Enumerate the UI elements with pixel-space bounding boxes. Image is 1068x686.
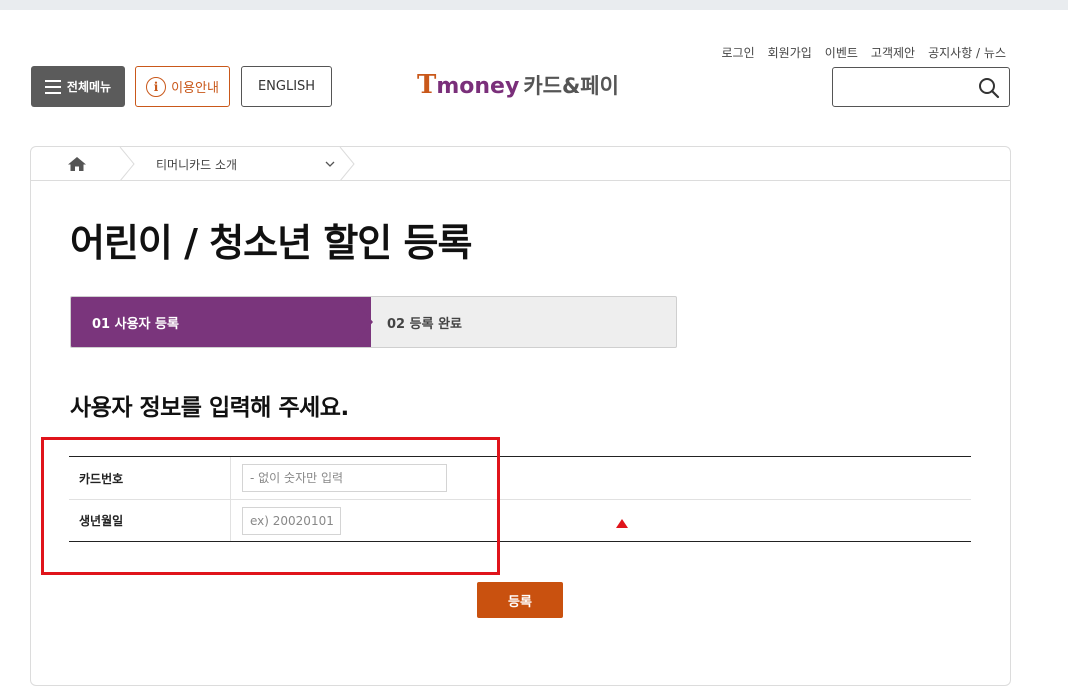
event-link[interactable]: 이벤트 xyxy=(825,44,858,61)
logo-t: T xyxy=(417,70,437,100)
english-button[interactable]: ENGLISH xyxy=(241,66,332,107)
step-arrow xyxy=(351,297,373,347)
info-icon: i xyxy=(146,76,167,97)
hamburger-icon xyxy=(44,79,61,94)
all-menu-button[interactable]: 전체메뉴 xyxy=(31,66,125,107)
tmoney-logo[interactable]: T money 카드&페이 xyxy=(417,70,619,102)
breadcrumb-separator xyxy=(119,147,135,181)
breadcrumb-current: 티머니카드 소개 xyxy=(156,157,238,172)
logo-card-pay: 카드&페이 xyxy=(523,74,619,98)
home-icon[interactable] xyxy=(67,156,87,172)
signup-link[interactable]: 회원가입 xyxy=(768,44,812,61)
search-icon[interactable] xyxy=(978,77,1000,99)
highlight-annotation-box xyxy=(41,437,500,575)
notice-news-link[interactable]: 공지사항 / 뉴스 xyxy=(928,44,1006,61)
all-menu-label: 전체메뉴 xyxy=(66,80,112,94)
logo-money: money xyxy=(436,74,520,99)
red-triangle-marker xyxy=(616,519,628,528)
search-box xyxy=(832,67,1010,107)
page-title: 어린이 / 청소년 할인 등록 xyxy=(70,221,472,265)
breadcrumb-separator xyxy=(339,147,355,181)
search-input[interactable] xyxy=(833,68,973,106)
usage-guide-button[interactable]: i 이용안내 xyxy=(135,66,230,107)
breadcrumb: 티머니카드 소개 xyxy=(31,147,1010,181)
top-bar xyxy=(0,0,1068,10)
chevron-down-icon xyxy=(325,161,335,167)
section-title: 사용자 정보를 입력해 주세요. xyxy=(70,395,349,421)
login-link[interactable]: 로그인 xyxy=(721,44,754,61)
step-user-registration: 01 사용자 등록 xyxy=(71,297,371,347)
usage-guide-label: 이용안내 xyxy=(171,81,219,96)
breadcrumb-dropdown[interactable]: 티머니카드 소개 xyxy=(156,147,336,181)
register-button[interactable]: 등록 xyxy=(477,582,563,618)
step-registration-complete: 02 등록 완료 xyxy=(387,316,462,332)
step-indicator: 01 사용자 등록 02 등록 완료 xyxy=(70,296,677,348)
utility-links: 로그인 회원가입 이벤트 고객제안 공지사항 / 뉴스 xyxy=(721,44,1006,61)
customer-suggestion-link[interactable]: 고객제안 xyxy=(871,44,915,61)
